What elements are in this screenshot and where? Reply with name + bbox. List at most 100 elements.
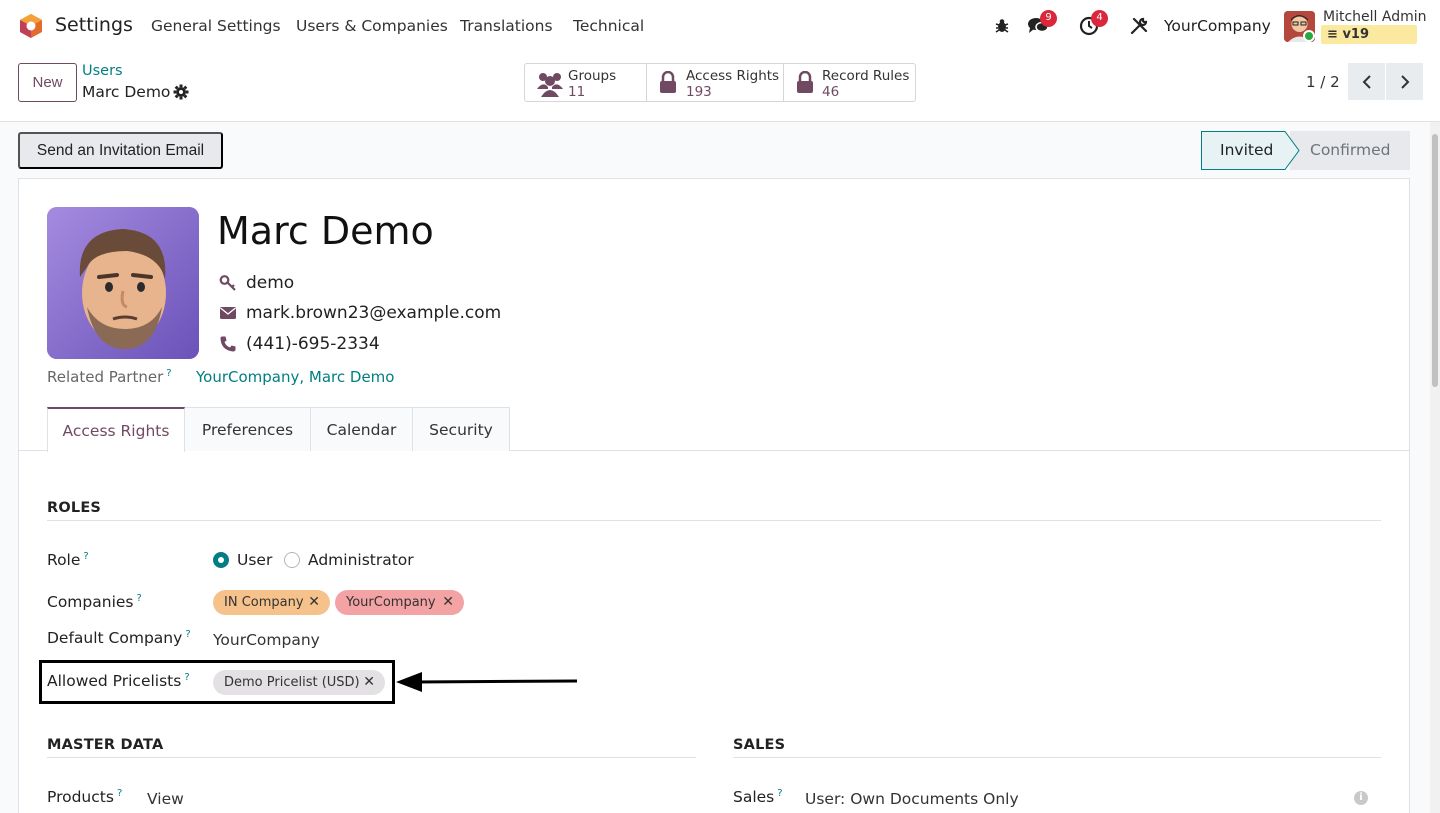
company-tag-in-company[interactable]: IN Company ✕ xyxy=(213,590,330,615)
company-tag-label: YourCompany xyxy=(346,595,436,610)
chevron-left-icon xyxy=(1362,74,1371,89)
login-row[interactable]: demo xyxy=(219,273,294,293)
tools-icon[interactable] xyxy=(1128,15,1150,37)
sales-section-title: SALES xyxy=(733,737,786,753)
activity-clock-icon[interactable]: 4 xyxy=(1078,10,1108,37)
stage-invited-label: Invited xyxy=(1220,141,1274,159)
company-switcher[interactable]: YourCompany xyxy=(1164,17,1271,35)
phone-icon xyxy=(220,336,236,352)
related-partner-label: Related Partner? xyxy=(47,368,172,386)
app-name[interactable]: Settings xyxy=(55,14,133,36)
groups-smart-button[interactable]: Groups 11 xyxy=(525,64,647,101)
database-badge: ≡ v19 xyxy=(1321,25,1417,44)
help-tooltip-icon[interactable]: ? xyxy=(83,551,88,562)
phone-row[interactable]: (441)-695-2334 xyxy=(219,334,380,354)
users-icon xyxy=(537,73,563,97)
groups-label: Groups xyxy=(568,68,617,84)
company-tag-yourcompany[interactable]: YourCompany ✕ xyxy=(335,590,464,615)
annotation-arrow-icon xyxy=(396,672,578,692)
record-rules-count: 46 xyxy=(822,84,840,100)
lock-icon xyxy=(797,71,813,93)
roles-section-divider xyxy=(47,520,1381,521)
sales-label-text: Sales xyxy=(733,788,775,807)
debug-bug-icon[interactable] xyxy=(991,15,1013,37)
help-tooltip-icon[interactable]: ? xyxy=(136,593,141,604)
smart-buttons: Groups 11 Access Rights 193 Record Rules… xyxy=(524,63,916,102)
database-name: v19 xyxy=(1342,27,1370,42)
menu-translations[interactable]: Translations xyxy=(460,17,553,35)
help-tooltip-icon[interactable]: ? xyxy=(117,788,122,799)
pager-next-button[interactable] xyxy=(1386,63,1423,100)
help-tooltip-icon[interactable]: ? xyxy=(185,629,190,640)
user-full-name[interactable]: Marc Demo xyxy=(217,209,434,253)
access-rights-count: 193 xyxy=(686,84,712,100)
user-login: demo xyxy=(246,273,295,293)
user-name[interactable]: Mitchell Admin xyxy=(1323,9,1427,25)
default-company-label-text: Default Company xyxy=(47,629,183,648)
lock-icon xyxy=(660,71,676,93)
companies-label: Companies? xyxy=(47,593,142,611)
menu-general-settings[interactable]: General Settings xyxy=(151,17,281,35)
tab-calendar[interactable]: Calendar xyxy=(310,407,413,451)
record-rules-label: Record Rules xyxy=(822,68,910,84)
gear-icon[interactable] xyxy=(173,84,189,100)
access-rights-smart-button[interactable]: Access Rights 193 xyxy=(647,64,784,101)
messages-icon[interactable]: 9 xyxy=(1027,10,1057,37)
user-email: mark.brown23@example.com xyxy=(246,303,502,323)
remove-tag-icon[interactable]: ✕ xyxy=(308,590,320,615)
company-tag-label: IN Company xyxy=(224,595,304,610)
tab-security[interactable]: Security xyxy=(412,407,510,451)
sales-label: Sales? xyxy=(733,788,783,806)
companies-label-text: Companies xyxy=(47,593,134,612)
send-invitation-email-button[interactable]: Send an Invitation Email xyxy=(18,132,223,169)
online-status-dot xyxy=(1303,30,1315,42)
menu-users-companies[interactable]: Users & Companies xyxy=(296,17,448,35)
envelope-icon xyxy=(220,307,236,319)
tab-access-rights[interactable]: Access Rights xyxy=(47,407,185,452)
email-row[interactable]: mark.brown23@example.com xyxy=(219,303,501,323)
help-tooltip-icon[interactable]: ? xyxy=(777,788,782,799)
breadcrumb-users-link[interactable]: Users xyxy=(82,63,123,79)
role-user-radio[interactable] xyxy=(213,552,229,568)
user-phone: (441)-695-2334 xyxy=(246,334,380,354)
default-company-field[interactable]: YourCompany xyxy=(213,631,320,649)
info-icon[interactable]: i xyxy=(1354,791,1368,805)
odoo-logo-icon[interactable] xyxy=(18,13,44,39)
pager-previous-button[interactable] xyxy=(1348,63,1385,100)
new-button[interactable]: New xyxy=(18,63,77,102)
tab-preferences[interactable]: Preferences xyxy=(184,407,311,451)
sales-access-field[interactable]: User: Own Documents Only xyxy=(805,790,1019,808)
breadcrumb-current: Marc Demo xyxy=(82,83,171,101)
products-label: Products? xyxy=(47,788,122,806)
scrollbar-thumb[interactable] xyxy=(1432,134,1438,387)
role-user-label[interactable]: User xyxy=(237,551,272,569)
role-administrator-label[interactable]: Administrator xyxy=(308,551,414,569)
master-data-divider xyxy=(47,757,696,758)
annotation-highlight-box xyxy=(39,660,395,704)
role-label: Role? xyxy=(47,551,89,569)
sales-divider xyxy=(733,757,1381,758)
activity-badge: 4 xyxy=(1091,10,1108,27)
products-access-field[interactable]: View xyxy=(147,790,184,808)
stage-confirmed[interactable]: Confirmed xyxy=(1290,131,1410,170)
role-label-text: Role xyxy=(47,551,81,570)
record-rules-smart-button[interactable]: Record Rules 46 xyxy=(784,64,915,101)
related-partner-label-text: Related Partner xyxy=(47,368,164,386)
help-tooltip-icon[interactable]: ? xyxy=(166,368,171,379)
key-icon xyxy=(219,275,236,291)
related-partner-link[interactable]: YourCompany, Marc Demo xyxy=(196,368,394,386)
pager-value[interactable]: 1 / 2 xyxy=(1306,73,1340,91)
default-company-label: Default Company? xyxy=(47,629,191,647)
menu-technical[interactable]: Technical xyxy=(573,17,644,35)
access-rights-label: Access Rights xyxy=(686,68,780,84)
top-navbar: Settings General Settings Users & Compan… xyxy=(0,0,1440,53)
remove-tag-icon[interactable]: ✕ xyxy=(442,590,454,615)
user-photo[interactable] xyxy=(47,207,199,359)
database-icon: ≡ xyxy=(1327,27,1338,42)
master-data-section-title: MASTER DATA xyxy=(47,737,164,753)
role-administrator-radio[interactable] xyxy=(284,552,300,568)
stage-invited-active[interactable]: Invited xyxy=(1201,131,1300,170)
roles-section-title: ROLES xyxy=(47,500,102,516)
stage-confirmed-label: Confirmed xyxy=(1310,141,1391,159)
products-label-text: Products xyxy=(47,788,114,807)
